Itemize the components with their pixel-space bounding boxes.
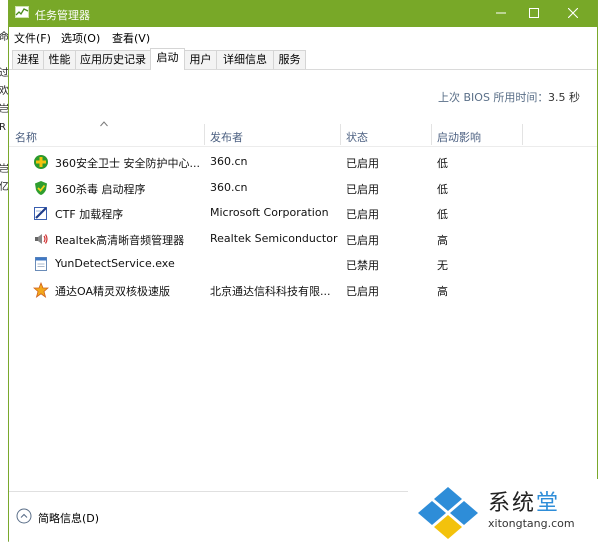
table-row[interactable]: 通达OA精灵双核极速版 北京通达信科科技有限... 已启用 高 bbox=[9, 277, 597, 302]
column-separator[interactable] bbox=[204, 124, 205, 145]
bios-time-value: 3.5 秒 bbox=[548, 91, 580, 104]
xitongtang-logo-icon bbox=[418, 487, 478, 539]
startup-item-impact: 无 bbox=[437, 259, 448, 272]
startup-item-publisher: Microsoft Corporation bbox=[210, 206, 329, 219]
speaker-icon bbox=[35, 234, 48, 244]
table-row[interactable]: Realtek高清晰音频管理器 Realtek Semiconductor 已启… bbox=[9, 226, 597, 251]
maximize-icon bbox=[529, 8, 539, 18]
startup-item-publisher: 360.cn bbox=[210, 181, 248, 194]
task-manager-window: 任务管理器 文件(F) 选项(O) 查看(V) 进程 性能 应用历史记录 启动 … bbox=[8, 0, 598, 542]
watermark-site: xitongtang.com bbox=[488, 517, 575, 530]
column-header-impact[interactable]: 启动影响 bbox=[437, 129, 481, 145]
menu-file[interactable]: 文件(F) bbox=[14, 30, 51, 46]
startup-item-publisher: 北京通达信科科技有限... bbox=[210, 285, 331, 298]
menu-options[interactable]: 选项(O) bbox=[61, 30, 100, 46]
table-row[interactable]: CTF 加载程序 Microsoft Corporation 已启用 低 bbox=[9, 200, 597, 225]
startup-item-publisher: 360.cn bbox=[210, 155, 248, 168]
startup-item-impact: 低 bbox=[437, 183, 448, 196]
column-header-status[interactable]: 状态 bbox=[346, 129, 368, 145]
startup-item-impact: 高 bbox=[437, 234, 448, 247]
column-header-publisher[interactable]: 发布者 bbox=[210, 129, 243, 145]
tab-users[interactable]: 用户 bbox=[184, 50, 217, 69]
tab-services[interactable]: 服务 bbox=[273, 50, 306, 69]
background-text: R bbox=[0, 122, 6, 133]
background-text: 岂 bbox=[0, 104, 8, 115]
star-icon bbox=[33, 282, 49, 298]
startup-item-publisher: Realtek Semiconductor bbox=[210, 232, 338, 245]
column-header-name[interactable]: 名称 bbox=[15, 129, 37, 145]
minimize-button[interactable] bbox=[483, 0, 519, 27]
menu-bar: 文件(F) 选项(O) 查看(V) bbox=[9, 28, 597, 46]
startup-item-status: 已启用 bbox=[346, 234, 379, 247]
tab-performance[interactable]: 性能 bbox=[43, 50, 76, 69]
ctf-loader-icon bbox=[34, 207, 47, 220]
startup-item-status: 已启用 bbox=[346, 285, 379, 298]
maximize-button[interactable] bbox=[516, 0, 552, 27]
close-button[interactable] bbox=[555, 0, 591, 27]
table-row[interactable]: YunDetectService.exe 已禁用 无 bbox=[9, 251, 597, 276]
tab-processes[interactable]: 进程 bbox=[12, 50, 44, 69]
startup-item-impact: 高 bbox=[437, 285, 448, 298]
startup-item-status: 已启用 bbox=[346, 157, 379, 170]
tab-strip: 进程 性能 应用历史记录 启动 用户 详细信息 服务 bbox=[9, 48, 597, 70]
tab-app-history[interactable]: 应用历史记录 bbox=[75, 50, 151, 69]
background-text: 欢 bbox=[0, 86, 8, 97]
startup-item-name: 360安全卫士 安全防护中心... bbox=[55, 157, 200, 170]
startup-item-status: 已启用 bbox=[346, 208, 379, 221]
startup-item-impact: 低 bbox=[437, 208, 448, 221]
title-bar[interactable]: 任务管理器 bbox=[9, 0, 597, 27]
startup-item-status: 已启用 bbox=[346, 183, 379, 196]
background-text: 过 bbox=[0, 68, 8, 79]
close-icon bbox=[568, 8, 578, 18]
window-title: 任务管理器 bbox=[35, 9, 90, 22]
startup-item-impact: 低 bbox=[437, 157, 448, 170]
collapse-chevron-icon[interactable] bbox=[16, 508, 32, 524]
site-watermark: 系统堂 xitongtang.com bbox=[408, 479, 600, 545]
bios-time-label: 上次 BIOS 所用时间： bbox=[438, 91, 549, 104]
header-divider bbox=[9, 146, 597, 147]
column-separator[interactable] bbox=[522, 124, 523, 145]
startup-item-name: Realtek高清晰音频管理器 bbox=[55, 234, 185, 247]
background-text: 岂 bbox=[0, 164, 8, 175]
startup-item-name: CTF 加载程序 bbox=[55, 208, 124, 221]
tab-startup[interactable]: 启动 bbox=[150, 48, 185, 70]
watermark-title-highlight: 堂 bbox=[536, 491, 561, 516]
minimize-icon bbox=[496, 12, 506, 14]
watermark-title: 系统堂 bbox=[488, 485, 560, 517]
document-icon bbox=[35, 257, 47, 271]
table-row[interactable]: 360安全卫士 安全防护中心... 360.cn 已启用 低 bbox=[9, 149, 597, 174]
tab-details[interactable]: 详细信息 bbox=[216, 50, 274, 69]
startup-item-name: 360杀毒 启动程序 bbox=[55, 183, 146, 196]
column-separator[interactable] bbox=[340, 124, 341, 145]
sort-ascending-icon bbox=[100, 121, 108, 127]
360-antivirus-icon bbox=[35, 181, 47, 195]
background-text: 命 bbox=[0, 32, 8, 43]
task-manager-icon bbox=[15, 6, 29, 18]
360-safe-icon bbox=[34, 155, 48, 169]
column-separator[interactable] bbox=[431, 124, 432, 145]
menu-view[interactable]: 查看(V) bbox=[112, 30, 150, 46]
fewer-details-link[interactable]: 简略信息(D) bbox=[38, 510, 99, 526]
startup-item-name: 通达OA精灵双核极速版 bbox=[55, 285, 170, 298]
startup-item-status: 已禁用 bbox=[346, 259, 379, 272]
startup-item-name: YunDetectService.exe bbox=[55, 257, 175, 270]
background-window-edge: 命 过 欢 岂 R 岂 亿 bbox=[0, 0, 8, 545]
table-row[interactable]: 360杀毒 启动程序 360.cn 已启用 低 bbox=[9, 175, 597, 200]
background-text: 亿 bbox=[0, 182, 8, 193]
watermark-title-part: 系统 bbox=[488, 491, 537, 516]
